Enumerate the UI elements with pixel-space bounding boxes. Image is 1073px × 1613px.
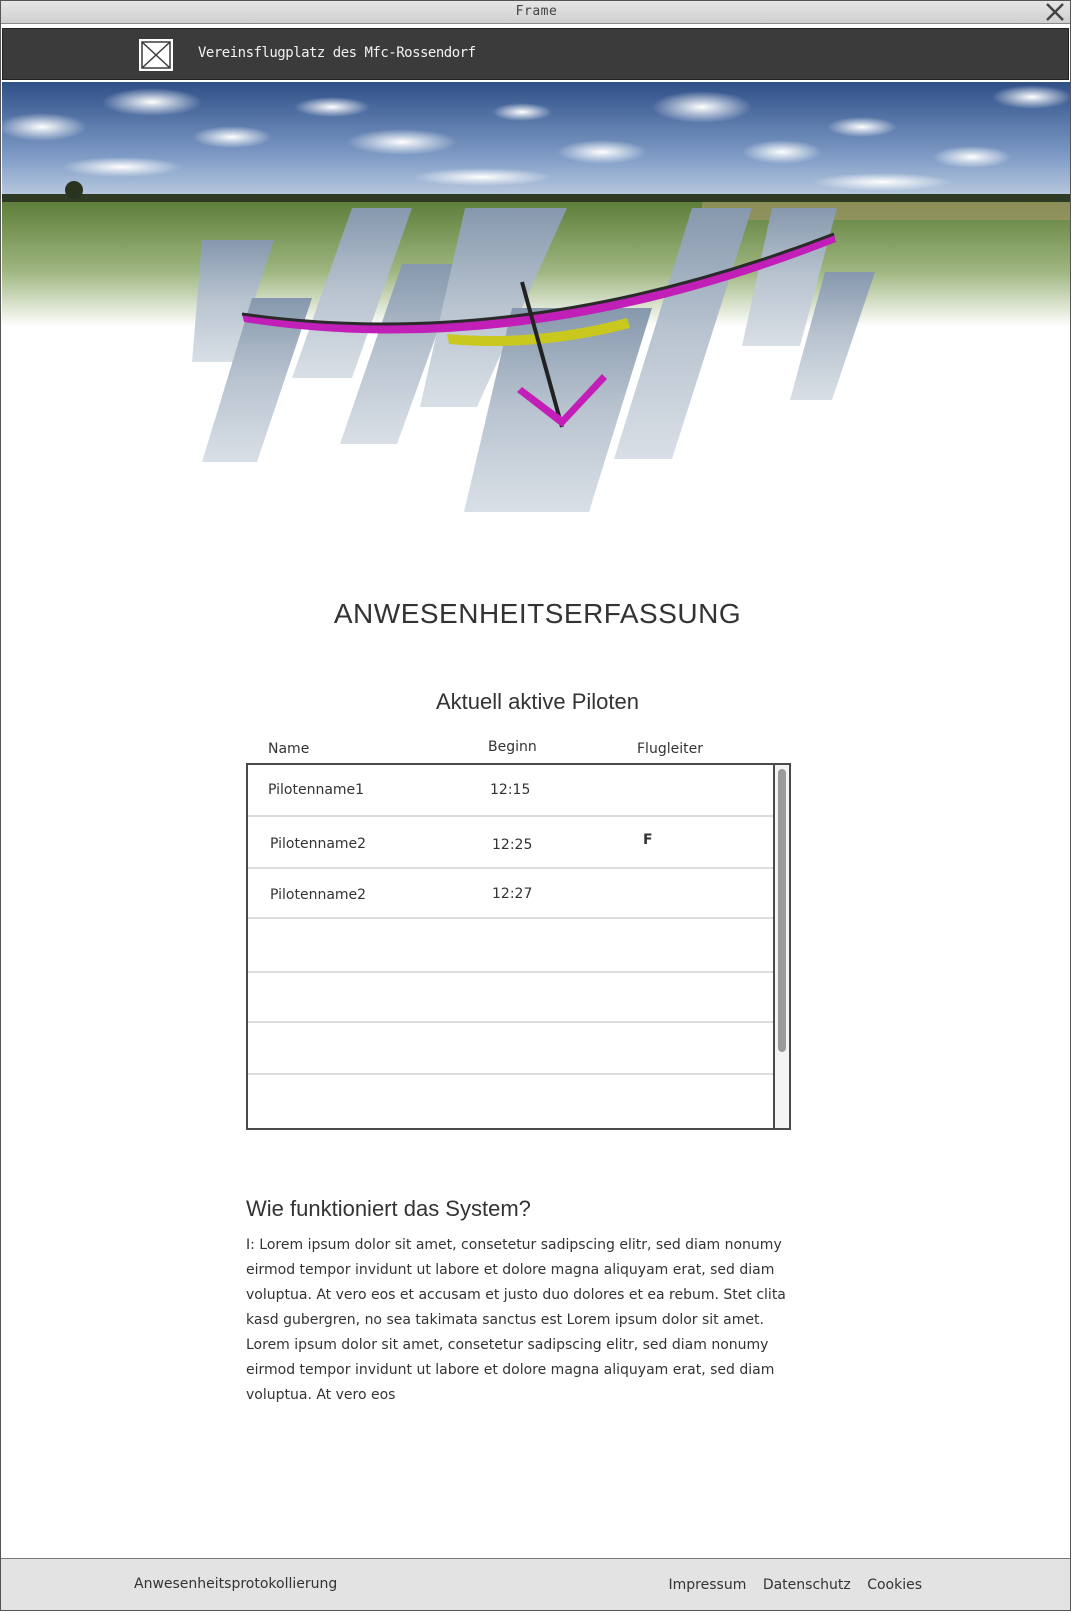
footer-brand: Anwesenheitsprotokollierung [134,1576,338,1592]
pilot-start-time: 12:25 [492,837,533,853]
site-name: Vereinsflugplatz des Mfc-Rossendorf [198,45,476,61]
close-icon[interactable] [1044,2,1066,22]
footer-link-impressum[interactable]: Impressum [669,1577,747,1593]
column-header-name: Name [268,741,310,757]
table-row[interactable] [248,919,773,973]
info-title: Wie funktioniert das System? [246,1196,531,1221]
pilot-name: Pilotenname2 [270,836,367,852]
pilot-start-time: 12:27 [492,886,533,902]
table-row[interactable]: Pilotenname1 12:15 [248,765,773,817]
pilots-table[interactable]: Pilotenname1 12:15 Pilotenname2 12:25 F … [246,763,791,1130]
table-scrollbar[interactable] [773,765,789,1128]
table-row[interactable] [248,1075,773,1128]
footer-link-datenschutz[interactable]: Datenschutz [763,1577,851,1593]
window-title: Frame [515,4,558,19]
table-row[interactable] [248,1023,773,1075]
hero-image [2,82,1070,512]
footer-links: Impressum Datenschutz Cookies [657,1577,922,1593]
logo-placeholder-icon[interactable] [139,39,173,71]
site-footer: Anwesenheitsprotokollierung Impressum Da… [1,1558,1070,1610]
scrollbar-thumb[interactable] [778,769,786,1052]
window-titlebar: Frame [1,1,1070,24]
footer-link-cookies[interactable]: Cookies [867,1577,922,1593]
pilot-start-time: 12:15 [490,782,531,798]
section-subtitle: Aktuell aktive Piloten [436,689,639,714]
table-row[interactable]: Pilotenname2 12:25 F [248,817,773,869]
page-title: ANWESENHEITSERFASSUNG [333,598,742,629]
app-frame: Frame Vereinsflugplatz des Mfc-Rossendor… [0,0,1071,1611]
site-header: Vereinsflugplatz des Mfc-Rossendorf [2,28,1069,80]
column-header-flugleiter: Flugleiter [637,741,703,757]
info-text: I: Lorem ipsum dolor sit amet, consetetu… [246,1237,786,1403]
table-row[interactable]: Pilotenname2 12:27 [248,869,773,919]
pilot-name: Pilotenname1 [268,782,365,798]
pilot-name: Pilotenname2 [270,887,367,903]
pilot-flight-director: F [643,832,653,848]
table-row[interactable] [248,973,773,1023]
column-header-beginn: Beginn [488,739,537,755]
